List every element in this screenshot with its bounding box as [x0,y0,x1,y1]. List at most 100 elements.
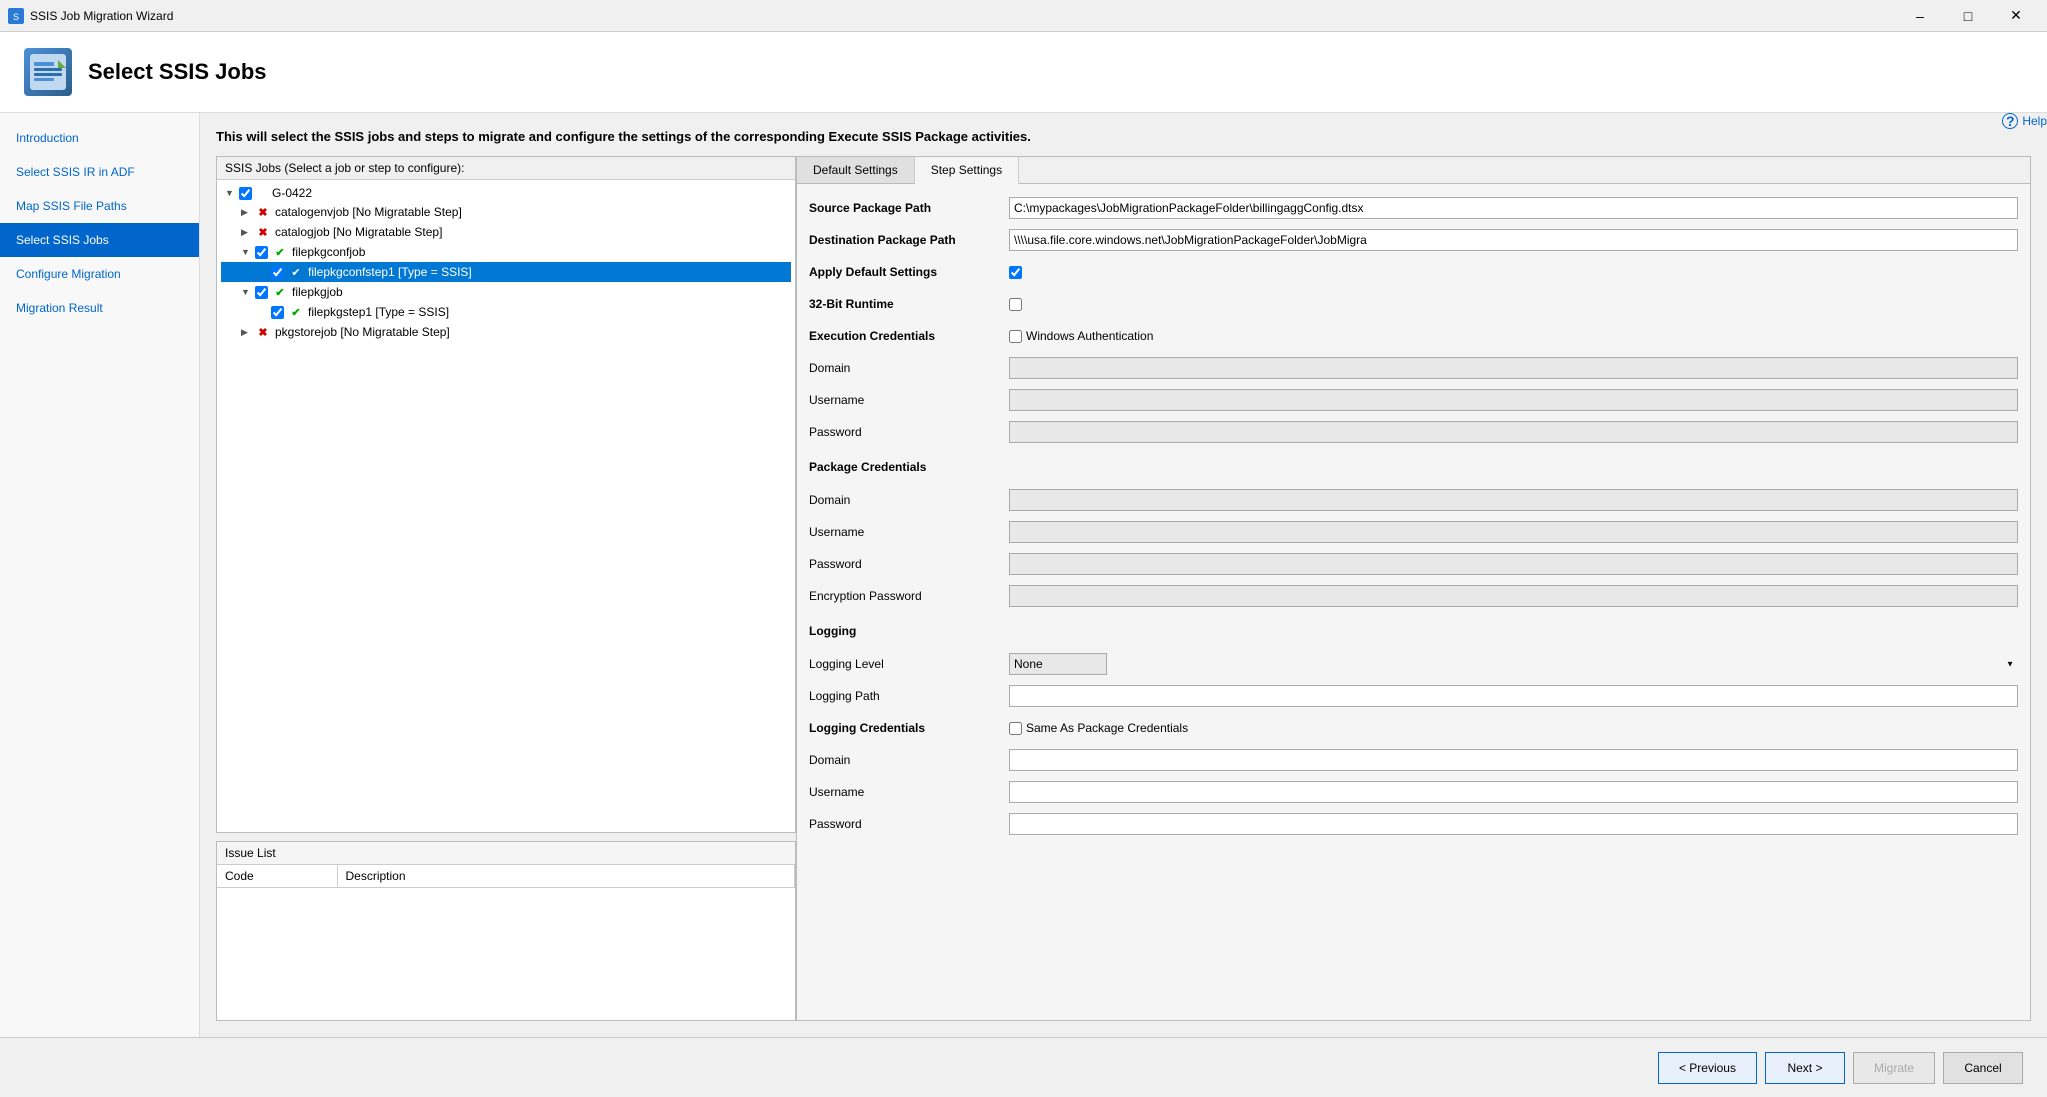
logging-level-select[interactable]: None Basic Verbose Performance RuntimeLi… [1009,653,1107,675]
help-label: Help [2022,114,2047,128]
destination-package-path-row: Destination Package Path [809,228,2018,252]
tree-checkbox-filepkgconfjob[interactable] [255,246,268,259]
exec-password-input[interactable] [1009,421,2018,443]
tree-item-pkgstorejob[interactable]: ▶ ✖ pkgstorejob [No Migratable Step] [221,322,791,342]
expand-icon-catalogenv[interactable]: ▶ [241,207,255,218]
exec-domain-input[interactable] [1009,357,2018,379]
expand-icon-filepkgjob[interactable]: ▼ [241,287,255,297]
error-icon-catalogenv: ✖ [255,204,271,220]
log-password-row: Password [809,812,2018,836]
maximize-button[interactable]: □ [1945,0,1991,32]
window-controls: – □ ✕ [1897,0,2039,32]
logging-credentials-header: Logging Credentials [809,721,1009,735]
main-panel: ? Help This will select the SSIS jobs an… [200,113,2047,1037]
tab-default-settings[interactable]: Default Settings [797,157,915,183]
expand-icon-filepkgconfjob[interactable]: ▼ [241,247,255,257]
execution-credentials-label: Execution Credentials [809,329,1009,343]
tree-label-catalogenvjob: catalogenvjob [No Migratable Step] [275,205,462,219]
help-link[interactable]: ? Help [2002,113,2047,129]
description-text: This will select the SSIS jobs and steps… [216,129,2031,144]
runtime-32bit-row: 32-Bit Runtime [809,292,2018,316]
window-title: SSIS Job Migration Wizard [30,9,1897,23]
bottom-bar: < Previous Next > Migrate Cancel [0,1037,2047,1097]
cancel-button[interactable]: Cancel [1943,1052,2023,1084]
log-username-row: Username [809,780,2018,804]
runtime-32bit-checkbox[interactable] [1009,298,1022,311]
tree-item-filepkgconfjob[interactable]: ▼ ✔ filepkgconfjob [221,242,791,262]
minimize-button[interactable]: – [1897,0,1943,32]
tree-item-filepkgconfstep1[interactable]: ✔ filepkgconfstep1 [Type = SSIS] [221,262,791,282]
destination-package-path-input[interactable] [1009,229,2018,251]
tree-checkbox-root[interactable] [239,187,252,200]
windows-auth-checkbox[interactable] [1009,330,1022,343]
jobs-panel: SSIS Jobs (Select a job or step to confi… [216,156,796,833]
issue-table: Code Description [217,865,795,1020]
log-username-input[interactable] [1009,781,2018,803]
exec-password-label: Password [809,425,1009,439]
previous-button[interactable]: < Previous [1658,1052,1757,1084]
sidebar: Introduction Select SSIS IR in ADF Map S… [0,113,200,1037]
expand-icon[interactable]: ▼ [225,188,239,198]
package-credentials-header-row: Package Credentials [809,452,2018,480]
exec-username-input[interactable] [1009,389,2018,411]
expand-icon-catalogjob[interactable]: ▶ [241,227,255,238]
tree-item-catalogenvjob[interactable]: ▶ ✖ catalogenvjob [No Migratable Step] [221,202,791,222]
settings-panel: Default Settings Step Settings Source Pa… [796,156,2031,1021]
pkg-domain-row: Domain [809,488,2018,512]
source-package-path-row: Source Package Path [809,196,2018,220]
sidebar-item-configure-migration[interactable]: Configure Migration [0,257,199,291]
success-icon-filepkgconfjob: ✔ [272,244,288,260]
tab-step-settings[interactable]: Step Settings [915,157,1019,184]
migrate-button[interactable]: Migrate [1853,1052,1935,1084]
windows-auth-label: Windows Authentication [1026,329,1153,343]
same-as-package-label: Same As Package Credentials [1026,721,1188,735]
exec-username-row: Username [809,388,2018,412]
encryption-password-row: Encryption Password [809,584,2018,608]
destination-package-path-label: Destination Package Path [809,233,1009,247]
logging-path-label: Logging Path [809,689,1009,703]
tree-item-filepkgstep1[interactable]: ✔ filepkgstep1 [Type = SSIS] [221,302,791,322]
sidebar-item-select-ssis-jobs[interactable]: Select SSIS Jobs [0,223,199,257]
tree-container[interactable]: ▼ G-0422 ▶ ✖ catalogenvjob [No Migratabl… [217,180,795,832]
tree-item-catalogjob[interactable]: ▶ ✖ catalogjob [No Migratable Step] [221,222,791,242]
tree-item-filepkgjob[interactable]: ▼ ✔ filepkgjob [221,282,791,302]
log-password-input[interactable] [1009,813,2018,835]
issue-panel: Issue List Code Description [216,841,796,1021]
exec-domain-label: Domain [809,361,1009,375]
help-icon: ? [2002,113,2018,129]
tree-checkbox-filepkgconfstep1[interactable] [271,266,284,279]
settings-content: Source Package Path Destination Package … [797,184,2030,1020]
pkg-username-input[interactable] [1009,521,2018,543]
pkg-username-row: Username [809,520,2018,544]
title-bar: S SSIS Job Migration Wizard – □ ✕ [0,0,2047,32]
error-icon-catalogjob: ✖ [255,224,271,240]
expand-icon-pkgstorejob[interactable]: ▶ [241,327,255,338]
success-icon-filepkgconfstep1: ✔ [288,264,304,280]
header-icon [24,48,72,96]
exec-password-row: Password [809,420,2018,444]
apply-default-settings-checkbox[interactable] [1009,266,1022,279]
source-package-path-input[interactable] [1009,197,2018,219]
exec-username-label: Username [809,393,1009,407]
close-button[interactable]: ✕ [1993,0,2039,32]
log-password-label: Password [809,817,1009,831]
log-domain-input[interactable] [1009,749,2018,771]
pkg-password-input[interactable] [1009,553,2018,575]
sidebar-item-introduction[interactable]: Introduction [0,121,199,155]
sidebar-item-map-file-paths[interactable]: Map SSIS File Paths [0,189,199,223]
tree-checkbox-filepkgstep1[interactable] [271,306,284,319]
tree-item-root[interactable]: ▼ G-0422 [221,184,791,202]
encryption-password-input[interactable] [1009,585,2018,607]
logging-header-row: Logging [809,616,2018,644]
main-window: Select SSIS Jobs Introduction Select SSI… [0,32,2047,1097]
sidebar-item-select-ssis-ir[interactable]: Select SSIS IR in ADF [0,155,199,189]
same-as-package-checkbox[interactable] [1009,722,1022,735]
log-domain-row: Domain [809,748,2018,772]
tree-checkbox-filepkgjob[interactable] [255,286,268,299]
pkg-username-label: Username [809,525,1009,539]
next-button[interactable]: Next > [1765,1052,1845,1084]
sidebar-item-migration-result[interactable]: Migration Result [0,291,199,325]
pkg-domain-input[interactable] [1009,489,2018,511]
logging-path-input[interactable] [1009,685,2018,707]
encryption-password-label: Encryption Password [809,589,1009,603]
